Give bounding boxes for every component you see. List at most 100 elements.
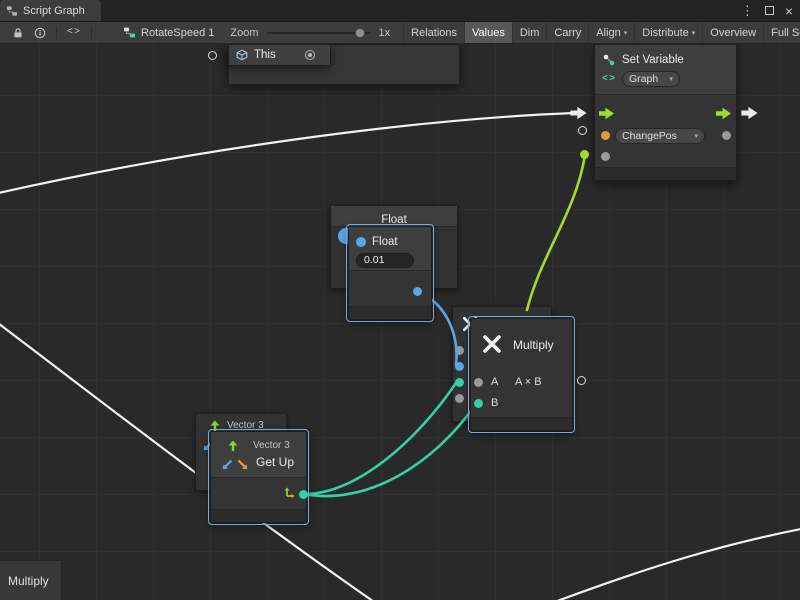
node-title: Multiply xyxy=(513,338,554,352)
node-title: Float xyxy=(381,214,407,226)
menu-kebab-icon[interactable]: ⋮ xyxy=(741,4,754,17)
input-a-port[interactable] xyxy=(474,378,483,387)
graph-icon xyxy=(123,26,136,39)
get-up-output-port[interactable] xyxy=(299,490,308,499)
down-right-arrow-icon xyxy=(237,459,249,471)
chevron-down-icon: ▾ xyxy=(624,29,628,37)
node-title: This xyxy=(254,49,276,61)
wire-bottom-right xyxy=(544,528,800,600)
input-port[interactable] xyxy=(455,378,464,387)
zoom-slider[interactable] xyxy=(267,32,371,34)
carry-button[interactable]: Carry xyxy=(546,22,588,43)
vector3-axis-icon xyxy=(283,485,296,498)
node-get-up[interactable]: Vector 3 Get Up xyxy=(210,431,307,523)
tab-title: Script Graph xyxy=(23,5,85,17)
dropdown-value: ChangePos xyxy=(622,130,677,142)
close-icon[interactable]: × xyxy=(785,4,793,18)
chevron-down-icon: ▾ xyxy=(692,29,696,37)
graph-breadcrumb[interactable]: RotateSpeed 1 xyxy=(123,26,214,39)
port-ring[interactable] xyxy=(208,51,217,60)
chevron-down-icon: ▾ xyxy=(694,132,698,140)
flow-arrow-white-left xyxy=(570,106,588,120)
float-value: 0.01 xyxy=(364,254,384,266)
wire-teal-a xyxy=(303,383,456,494)
node-this[interactable]: This xyxy=(228,44,331,66)
toolbar-buttons: Relations Values Dim Carry Align▾ Distri… xyxy=(403,22,800,43)
node-footer xyxy=(349,306,431,319)
fullscreen-button[interactable]: Full Screen xyxy=(763,22,800,43)
wire-diagonal-left xyxy=(0,320,380,600)
multiply-x-icon xyxy=(481,333,503,355)
node-title: Vector 3 xyxy=(227,420,264,431)
wire-teal-b xyxy=(303,404,476,496)
flow-in-port[interactable] xyxy=(599,107,615,120)
maximize-icon[interactable] xyxy=(765,6,774,15)
values-button[interactable]: Values xyxy=(464,22,512,43)
info-icon[interactable] xyxy=(29,22,51,43)
input-port[interactable] xyxy=(455,346,464,355)
float-output-port[interactable] xyxy=(413,287,422,296)
flow-out-port[interactable] xyxy=(716,107,732,120)
port-label-b: B xyxy=(491,397,498,409)
float-value-field[interactable]: 0.01 xyxy=(356,253,414,268)
port-ring[interactable] xyxy=(578,126,587,135)
down-left-arrow-icon xyxy=(221,459,233,471)
node-set-variable[interactable]: Set Variable <> Graph ▾ ChangePos xyxy=(594,44,737,181)
unity-script-graph-window: Script Graph ⋮ × <> xyxy=(0,0,800,600)
toolbar-separator xyxy=(56,26,57,39)
set-variable-header: Set Variable <> Graph ▾ xyxy=(595,45,736,95)
input-port[interactable] xyxy=(455,362,464,371)
node-footer xyxy=(211,509,306,522)
dim-button[interactable]: Dim xyxy=(512,22,547,43)
port-label-a: A xyxy=(491,376,498,388)
align-button[interactable]: Align▾ xyxy=(588,22,634,43)
graph-toolbar: <> RotateSpeed 1 Zoom 1x Relations Value… xyxy=(0,22,800,44)
node-footer xyxy=(595,167,736,180)
node-multiply[interactable]: Multiply A A × B B xyxy=(470,318,573,431)
scope-dropdown[interactable]: Graph ▾ xyxy=(622,71,680,87)
wire-flow-in xyxy=(0,113,574,194)
cube-icon xyxy=(236,49,248,61)
up-arrow-icon xyxy=(227,439,239,452)
node-title: Get Up xyxy=(256,455,294,469)
input-b-port[interactable] xyxy=(474,399,483,408)
float-type-icon xyxy=(356,237,366,247)
node-footer xyxy=(471,417,572,430)
distribute-button[interactable]: Distribute▾ xyxy=(634,22,702,43)
relations-button[interactable]: Relations xyxy=(403,22,464,43)
variable-name-dropdown[interactable]: ChangePos ▾ xyxy=(615,128,705,144)
code-view-icon[interactable]: <> xyxy=(62,22,86,43)
zoom-value: 1x xyxy=(379,27,391,39)
graph-canvas[interactable]: Float Vector 3 xyxy=(0,44,800,600)
wire-endpoint[interactable] xyxy=(580,150,589,159)
result-label: A × B xyxy=(515,376,542,388)
node-title: Set Variable xyxy=(622,54,684,66)
target-icon[interactable] xyxy=(305,50,315,60)
multiply-output-ring[interactable] xyxy=(577,376,586,385)
node-float[interactable]: Float 0.01 xyxy=(348,226,432,320)
window-controls: ⋮ × xyxy=(741,0,800,21)
overlay-label: Multiply xyxy=(8,574,49,588)
node-title: Float xyxy=(372,236,398,248)
flow-arrow-white-right xyxy=(741,106,759,120)
variable-port[interactable] xyxy=(601,131,610,140)
set-variable-icon xyxy=(602,53,616,67)
zoom-slider-handle[interactable] xyxy=(355,28,365,38)
input-port[interactable] xyxy=(455,394,464,403)
tab-script-graph[interactable]: Script Graph xyxy=(0,0,101,21)
overview-button[interactable]: Overview xyxy=(702,22,763,43)
zoom-label: Zoom xyxy=(230,27,258,39)
output-value-port[interactable] xyxy=(722,131,731,140)
wire-lime xyxy=(527,155,585,310)
float-header: Float 0.01 xyxy=(349,227,431,271)
lock-icon[interactable] xyxy=(7,22,29,43)
chevron-down-icon: ▾ xyxy=(670,75,674,83)
hover-name-overlay: Multiply xyxy=(0,560,62,600)
member-type-label: Vector 3 xyxy=(253,440,290,451)
input-value-port[interactable] xyxy=(601,152,610,161)
title-bar: Script Graph ⋮ × xyxy=(0,0,800,22)
graph-name: RotateSpeed 1 xyxy=(141,27,214,39)
graph-scope-icon: <> xyxy=(602,74,616,85)
dropdown-value: Graph xyxy=(629,73,658,85)
script-graph-tab-icon xyxy=(6,5,18,17)
